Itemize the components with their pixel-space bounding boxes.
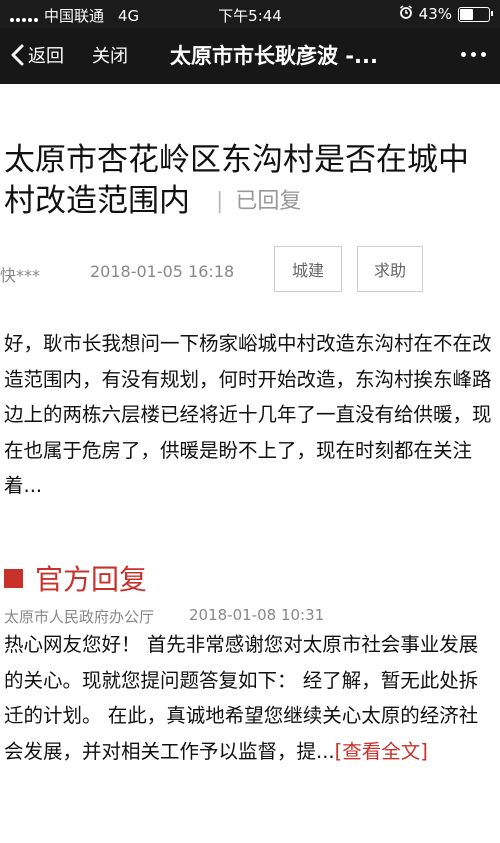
more-options-icon[interactable] <box>461 52 486 57</box>
battery-percent: 43% <box>418 5 452 23</box>
post-title-block: 太原市杏花岭区东沟村是否在城中村改造范围内 | 已回复 <box>4 140 494 222</box>
tag-urban-construction[interactable]: 城建 <box>274 246 342 292</box>
page-title: 太原市市长耿彦波 -... <box>170 44 378 68</box>
reply-meta: 太原市人民政府办公厅 2018-01-08 10:31 <box>4 606 494 627</box>
post-datetime: 2018-01-05 16:18 <box>90 262 235 281</box>
back-label: 返回 <box>28 46 64 67</box>
reply-department: 太原市人民政府办公厅 <box>4 608 155 626</box>
post-meta: 快*** 2018-01-05 16:18 <box>0 262 234 286</box>
title-separator: | <box>216 189 224 214</box>
official-reply-heading: 官方回复 <box>35 563 148 596</box>
official-reply-header: 官方回复 <box>4 558 147 598</box>
post-body: 好，耿市长我想问一下杨家峪城中村改造东沟村在不在改造范围内，有没有规划，何时开始… <box>4 332 492 497</box>
chevron-left-icon <box>11 44 24 66</box>
status-bar: 中国联通 4G 下午5:44 43% <box>0 0 500 28</box>
nav-bar: 返回 关闭 太原市市长耿彦波 -... <box>0 28 500 84</box>
post-author: 快*** <box>0 266 41 285</box>
reply-status-badge: 已回复 <box>235 189 302 214</box>
back-button[interactable]: 返回 <box>10 42 64 68</box>
tag-help[interactable]: 求助 <box>357 246 423 292</box>
reply-marker-icon <box>4 568 23 588</box>
reply-body: 热心网友您好！ 首先非常感谢您对太原市社会事业发展的关心。现就您提问题答复如下：… <box>4 627 496 769</box>
reply-datetime: 2018-01-08 10:31 <box>189 606 325 624</box>
close-button[interactable]: 关闭 <box>92 42 128 68</box>
battery-icon <box>458 6 493 22</box>
battery-fill <box>460 8 473 20</box>
view-full-text-link[interactable]: [查看全文] <box>335 740 428 763</box>
alarm-icon <box>399 5 413 23</box>
status-right: 43% <box>399 5 493 23</box>
